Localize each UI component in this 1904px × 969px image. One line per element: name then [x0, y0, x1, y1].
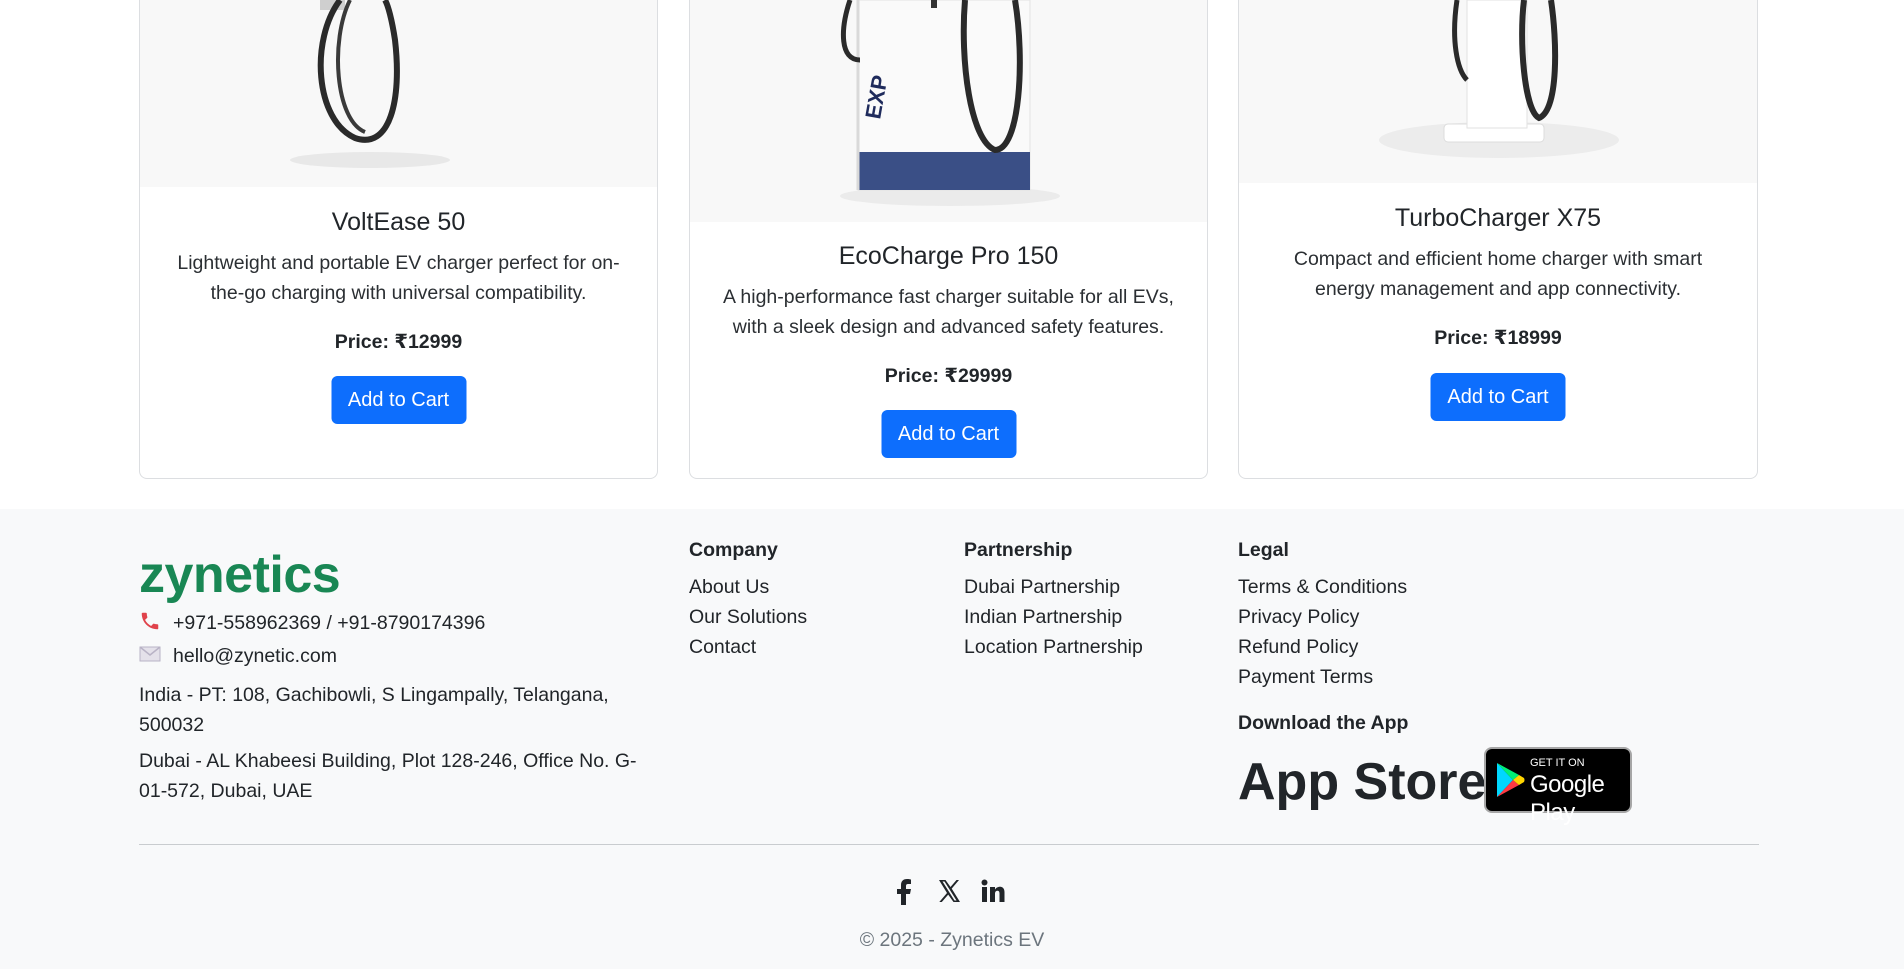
x-icon[interactable] — [937, 879, 961, 908]
column-title: Legal — [1238, 539, 1289, 561]
link-contact[interactable]: Contact — [689, 632, 807, 662]
footer-divider — [139, 844, 1759, 845]
google-play-icon — [1497, 763, 1525, 797]
link-payment-terms[interactable]: Payment Terms — [1238, 662, 1407, 692]
link-refund[interactable]: Refund Policy — [1238, 632, 1407, 662]
column-title: Partnership — [964, 539, 1073, 561]
site-footer: zynetics +971-558962369 / +91-8790174396… — [0, 509, 1904, 969]
product-description: Compact and efficient home charger with … — [1293, 248, 1703, 300]
product-card: TurboCharger X75 Compact and efficient h… — [1238, 0, 1758, 479]
google-play-small-text: GET IT ON — [1530, 757, 1585, 769]
add-to-cart-button[interactable]: Add to Cart — [1430, 373, 1566, 421]
email-text[interactable]: hello@zynetic.com — [173, 645, 337, 667]
download-app-title: Download the App — [1238, 712, 1409, 734]
link-indian-partnership[interactable]: Indian Partnership — [964, 602, 1143, 632]
google-play-large-text: Google Play — [1530, 771, 1605, 826]
link-location-partnership[interactable]: Location Partnership — [964, 632, 1143, 662]
footer-column-partnership: Partnership Dubai Partnership Indian Par… — [964, 539, 1143, 662]
product-description: A high-performance fast charger suitable… — [723, 286, 1174, 338]
address-india: India - PT: 108, Gachibowli, S Lingampal… — [139, 684, 609, 736]
product-card: VoltEase 50 Lightweight and portable EV … — [139, 0, 658, 479]
linkedin-icon[interactable] — [981, 879, 1005, 908]
product-price: Price: ₹18999 — [1434, 327, 1562, 349]
app-store-link[interactable]: App Store — [1238, 752, 1486, 812]
product-card: EXP EcoCharge Pro 150 A high-performance… — [689, 0, 1208, 479]
footer-column-legal: Legal Terms & Conditions Privacy Policy … — [1238, 539, 1407, 692]
link-dubai-partnership[interactable]: Dubai Partnership — [964, 572, 1143, 602]
copyright-text: © 2025 - Zynetics EV — [859, 929, 1045, 951]
add-to-cart-button[interactable]: Add to Cart — [331, 376, 466, 424]
link-terms[interactable]: Terms & Conditions — [1238, 572, 1407, 602]
column-title: Company — [689, 539, 778, 561]
product-section: VoltEase 50 Lightweight and portable EV … — [0, 0, 1904, 509]
product-image: EXP — [690, 0, 1207, 222]
link-our-solutions[interactable]: Our Solutions — [689, 602, 807, 632]
product-title: VoltEase 50 — [331, 208, 466, 236]
footer-column-company: Company About Us Our Solutions Contact — [689, 539, 807, 662]
brand-logo[interactable]: zynetics — [139, 545, 341, 605]
phone-icon — [139, 610, 163, 638]
address-dubai: Dubai - AL Khabeesi Building, Plot 128-2… — [139, 750, 637, 802]
facebook-icon[interactable] — [893, 879, 913, 910]
contact-email: hello@zynetic.com — [139, 645, 337, 669]
product-price: Price: ₹29999 — [884, 365, 1013, 387]
google-play-badge[interactable]: GET IT ON Google Play — [1484, 747, 1632, 826]
product-price: Price: ₹12999 — [334, 331, 463, 353]
product-title: TurboCharger X75 — [1394, 204, 1602, 232]
phone-text[interactable]: +971-558962369 / +91-8790174396 — [173, 612, 485, 634]
add-to-cart-button[interactable]: Add to Cart — [881, 410, 1016, 458]
link-privacy[interactable]: Privacy Policy — [1238, 602, 1407, 632]
product-image — [1239, 0, 1757, 183]
link-about-us[interactable]: About Us — [689, 572, 807, 602]
product-description: Lightweight and portable EV charger perf… — [177, 252, 620, 304]
product-title: EcoCharge Pro 150 — [838, 242, 1059, 270]
envelope-icon — [139, 645, 163, 669]
product-image — [140, 0, 657, 187]
contact-phone: +971-558962369 / +91-8790174396 — [139, 610, 485, 638]
